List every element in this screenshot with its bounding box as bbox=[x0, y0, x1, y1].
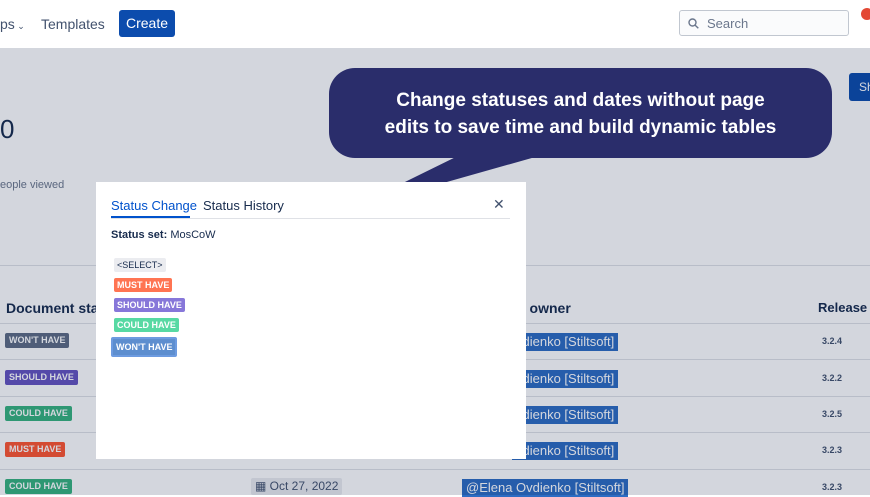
callout-bubble: Change statuses and dates without page e… bbox=[329, 68, 832, 158]
status-set-value: MosCoW bbox=[170, 229, 216, 241]
tabs-divider bbox=[111, 218, 510, 219]
status-option-wont-have[interactable]: WON'T HAVE bbox=[111, 337, 178, 357]
status-set-label: Status set: bbox=[111, 229, 168, 241]
callout-line-2: edits to save time and build dynamic tab… bbox=[384, 117, 777, 138]
status-dialog: Status Change Status History ✕ Status se… bbox=[96, 182, 526, 459]
status-option-must-have[interactable]: MUST HAVE bbox=[114, 278, 173, 292]
close-icon[interactable]: ✕ bbox=[493, 196, 505, 213]
status-option-could-have[interactable]: COULD HAVE bbox=[114, 318, 179, 332]
status-set-line: Status set: MosCoW bbox=[111, 229, 216, 241]
tab-status-history[interactable]: Status History bbox=[203, 198, 284, 213]
callout-line-1: Change statuses and dates without page bbox=[396, 90, 765, 111]
status-option-should-have[interactable]: SHOULD HAVE bbox=[114, 298, 185, 312]
tab-status-change[interactable]: Status Change bbox=[111, 198, 197, 213]
status-option-select[interactable]: <SELECT> bbox=[114, 258, 166, 272]
